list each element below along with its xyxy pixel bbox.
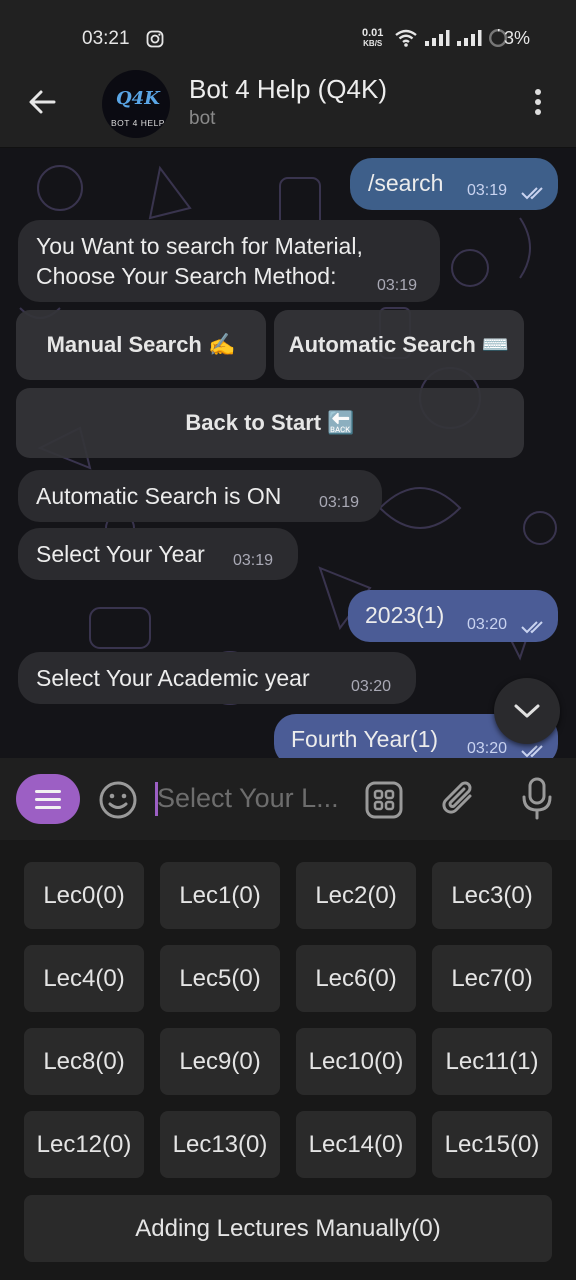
message-bubble-in[interactable]: Select Your Academic year 03:20 [18,652,416,704]
message-input-bar [0,758,576,840]
lecture-key[interactable]: Lec15(0) [432,1111,552,1178]
message-time: 03:19 [467,182,508,199]
microphone-button[interactable] [520,776,554,827]
paperclip-icon [442,781,472,814]
message-bubble-in[interactable]: You Want to search for Material, Choose … [18,220,440,302]
microphone-icon [522,777,552,820]
lecture-key[interactable]: Lec1(0) [160,862,280,929]
double-check-icon [521,745,543,758]
message-text: 2023(1) [365,602,445,628]
lecture-key[interactable]: Lec13(0) [160,1111,280,1178]
status-bar: 03:21 0.01 KB/S 3% [0,0,576,70]
bot-menu-button[interactable] [16,774,80,824]
message-text: /search [368,170,444,196]
battery-percent: 3% [504,28,531,48]
lecture-key[interactable]: Lec6(0) [296,945,416,1012]
bot-keyboard-toggle[interactable] [364,780,404,825]
message-time: 03:19 [233,552,274,569]
chevron-down-icon [514,704,540,718]
message-bubble-out[interactable]: 2023(1) 03:20 [348,590,558,642]
back-to-start-button[interactable]: Back to Start 🔙 [16,388,524,458]
message-text: Fourth Year(1) [291,726,439,752]
lecture-key[interactable]: Lec12(0) [24,1111,144,1178]
message-input[interactable] [157,778,347,818]
automatic-search-button[interactable]: Automatic Search ⌨️ [274,310,524,380]
double-check-icon [521,187,543,200]
more-options-button[interactable] [526,86,550,120]
message-text: Select Your Year [36,541,205,567]
avatar-logo: Q4K [116,88,160,109]
lecture-key[interactable]: Lec10(0) [296,1028,416,1095]
message-time: 03:19 [319,494,360,511]
network-speed-unit: KB/S [363,39,383,48]
avatar[interactable]: Q4K BOT 4 HELP [102,70,170,138]
add-lectures-manually-key[interactable]: Adding Lectures Manually(0) [24,1195,552,1262]
chat-area[interactable]: /search 03:19 You Want to search for Mat… [0,148,576,758]
lecture-key[interactable]: Lec14(0) [296,1111,416,1178]
keyboard-grid-icon [365,781,403,819]
instagram-icon [146,30,164,53]
network-speed-value: 0.01 [362,27,384,39]
double-check-icon [521,621,543,634]
message-text-line1: You Want to search for Material, [36,233,363,259]
lecture-key[interactable]: Lec2(0) [296,862,416,929]
smiley-icon [99,781,137,819]
message-time: 03:19 [377,277,418,294]
message-bubble-in[interactable]: Automatic Search is ON 03:19 [18,470,382,522]
lecture-key[interactable]: Lec0(0) [24,862,144,929]
emoji-button[interactable] [98,780,138,825]
lecture-key[interactable]: Lec3(0) [432,862,552,929]
chat-subtitle: bot [189,108,216,129]
avatar-text: BOT 4 HELP [111,118,165,128]
back-button[interactable] [26,86,66,118]
message-text: Automatic Search is ON [36,483,282,509]
lecture-key[interactable]: Lec8(0) [24,1028,144,1095]
message-time: 03:20 [351,678,392,695]
network-speed: 0.01 KB/S [362,28,383,49]
arrow-left-icon [29,90,56,114]
lecture-key[interactable]: Lec4(0) [24,945,144,1012]
message-bubble-in[interactable]: Select Your Year 03:19 [18,528,298,580]
chat-header: Q4K BOT 4 HELP Bot 4 Help (Q4K) bot [0,70,576,148]
chat-title[interactable]: Bot 4 Help (Q4K) [189,74,387,105]
message-time: 03:20 [467,740,508,757]
manual-search-button[interactable]: Manual Search ✍️ [16,310,266,380]
status-time: 03:21 [82,28,130,49]
attach-button[interactable] [440,778,480,825]
message-time: 03:20 [467,616,508,633]
scroll-down-button[interactable] [494,678,560,744]
lecture-key[interactable]: Lec7(0) [432,945,552,1012]
lecture-key[interactable]: Lec5(0) [160,945,280,1012]
message-bubble-out[interactable]: /search 03:19 [350,158,558,210]
lecture-key[interactable]: Lec9(0) [160,1028,280,1095]
signal-icon [424,29,450,52]
lecture-key[interactable]: Lec11(1) [432,1028,552,1095]
message-text-line2: Choose Your Search Method: [36,263,337,289]
message-text: Select Your Academic year [36,665,310,691]
signal-icon-2 [456,29,482,52]
status-icons [394,28,508,53]
bot-reply-keyboard: Lec0(0) Lec1(0) Lec2(0) Lec3(0) Lec4(0) … [0,840,576,1280]
wifi-icon [394,28,418,53]
